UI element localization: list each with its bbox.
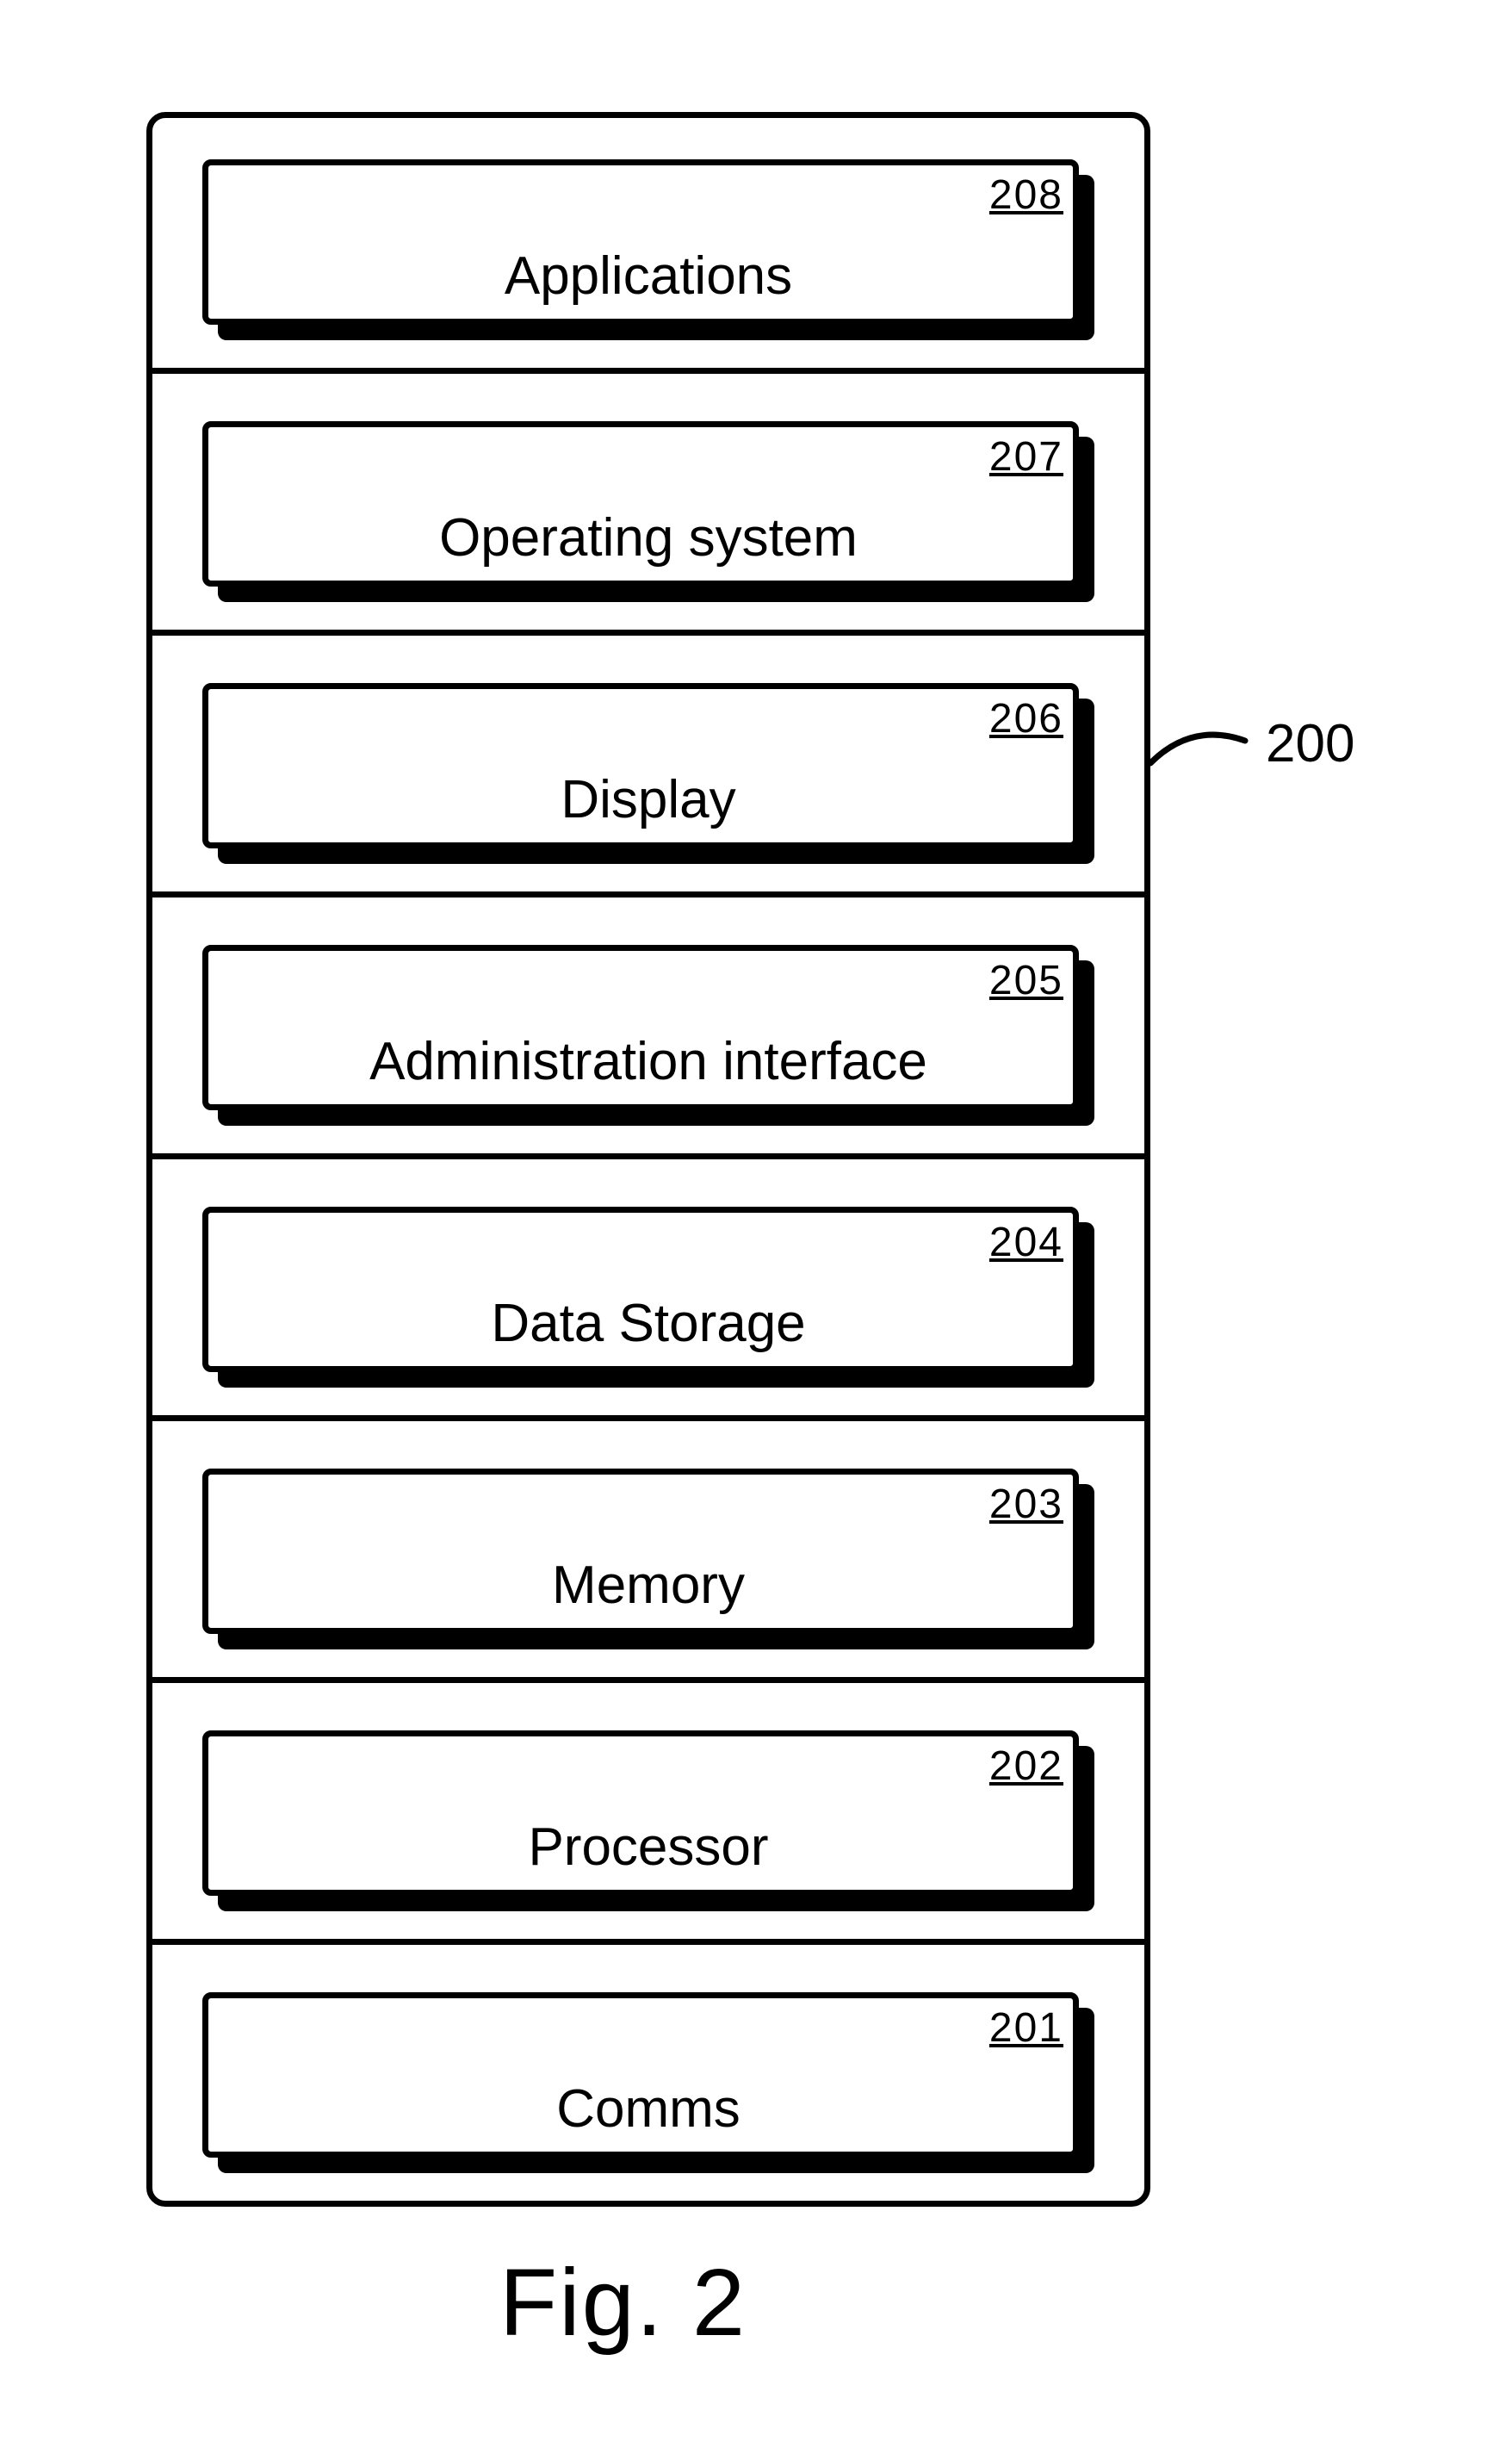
block-operating-system-label: Operating system <box>202 507 1094 568</box>
block-data-storage-ref: 204 <box>989 1219 1063 1266</box>
block-operating-system-ref: 207 <box>989 433 1063 481</box>
block-processor: 202 Processor <box>202 1730 1094 1911</box>
block-display-ref: 206 <box>989 695 1063 742</box>
block-comms: 201 Comms <box>202 1992 1094 2173</box>
block-memory-label: Memory <box>202 1555 1094 1616</box>
system-ref-label: 200 <box>1266 713 1354 774</box>
block-memory-ref: 203 <box>989 1481 1063 1528</box>
leader-200 <box>1150 715 1262 818</box>
block-comms-label: Comms <box>202 2078 1094 2140</box>
block-applications-label: Applications <box>202 245 1094 307</box>
block-memory: 203 Memory <box>202 1469 1094 1649</box>
block-processor-ref: 202 <box>989 1742 1063 1790</box>
figure-caption: Fig. 2 <box>499 2248 747 2357</box>
block-data-storage-label: Data Storage <box>202 1293 1094 1354</box>
block-comms-ref: 201 <box>989 2004 1063 2052</box>
block-applications-ref: 208 <box>989 171 1063 219</box>
figure-page: 200 208 Applications 207 Operating syste… <box>0 0 1512 2441</box>
block-admin-interface-label: Administration interface <box>202 1031 1094 1092</box>
block-admin-interface: 205 Administration interface <box>202 945 1094 1126</box>
block-applications: 208 Applications <box>202 159 1094 340</box>
block-operating-system: 207 Operating system <box>202 421 1094 602</box>
block-display: 206 Display <box>202 683 1094 864</box>
block-data-storage: 204 Data Storage <box>202 1207 1094 1388</box>
block-admin-interface-ref: 205 <box>989 957 1063 1004</box>
block-processor-label: Processor <box>202 1817 1094 1878</box>
block-display-label: Display <box>202 769 1094 830</box>
